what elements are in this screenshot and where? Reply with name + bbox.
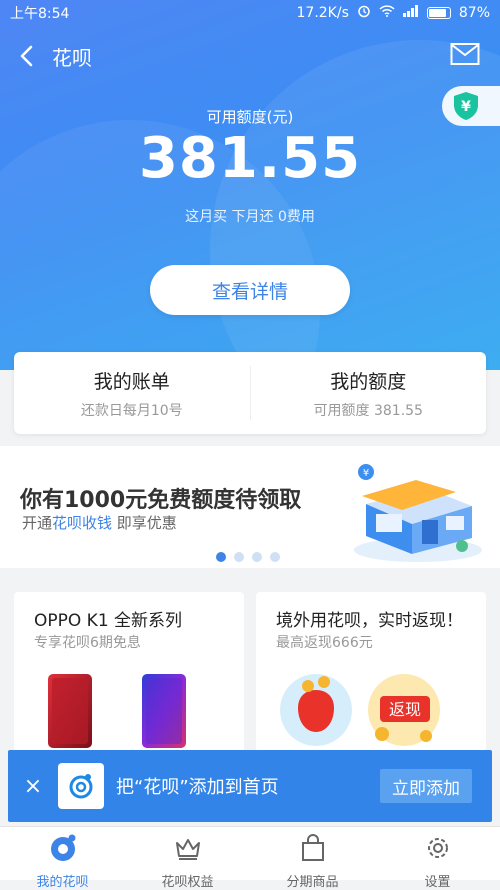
status-time: 上午8:54 [10,6,70,22]
status-bar: 上午8:54 17.2K/s 87% [0,0,500,26]
banner-sub-highlight: 花呗收钱 [52,514,113,532]
shopping-bag-icon [301,834,324,861]
quota-title: 我的额度 [330,370,407,393]
available-amount: 381.55 [138,126,362,191]
promo-subtitle: 专享花呗6期免息 [34,635,141,651]
alarm-icon [357,4,371,22]
battery-level: 87% [458,5,490,21]
view-details-button[interactable]: 查看详情 [150,265,350,315]
banner-title: 你有1000元免费额度待领取 [20,488,302,513]
bill-subtitle: 还款日每月10号 [80,402,183,419]
bill-title: 我的账单 [93,370,170,393]
banner-sub-prefix: 开通 [22,514,53,532]
my-quota-entry[interactable]: 我的额度 可用额度 381.55 [251,352,487,434]
promo-subtitle: 最高返现666元 [276,635,373,651]
close-button[interactable]: × [8,774,58,799]
huabei-logo-icon [69,774,93,799]
add-to-home-text: 把“花呗”添加到首页 [116,777,279,798]
tab-label: 设置 [424,875,451,890]
wifi-icon [379,5,395,21]
nav-bar: 花呗 [0,30,500,82]
svg-text:¥: ¥ [363,468,369,479]
carousel-dots [216,552,280,562]
promo-card-overseas[interactable]: 境外用花呗，实时返现！ 最高返现666元 返现 [256,592,486,752]
battery-icon [426,7,451,19]
huabei-app-icon [58,763,104,809]
carousel-dot[interactable] [252,552,262,562]
signal-icon [402,5,419,21]
available-label: 可用额度(元) [206,108,294,126]
crown-icon [175,839,200,860]
tab-label: 我的花呗 [36,875,89,890]
status-right: 17.2K/s 87% [296,4,490,22]
hero-section: 上午8:54 17.2K/s 87% 花呗 ¥ 可用额度(元) 381.55 这… [0,0,500,370]
promo-area: OPPO K1 全新系列 专享花呗6期免息 境外用花呗，实时返现！ 最高返现66… [0,580,500,752]
carousel-dot[interactable] [234,552,244,562]
repay-info: 这月买 下月还 0费用 [185,209,315,225]
chevron-left-icon [20,45,33,67]
quota-subtitle: 可用额度 381.55 [313,402,423,419]
tab-label: 花呗权益 [161,875,214,890]
phone-image [48,674,186,748]
page-title: 花呗 [52,45,92,70]
promo-title: OPPO K1 全新系列 [34,611,183,631]
promo-card-oppo[interactable]: OPPO K1 全新系列 专享花呗6期免息 [14,592,244,752]
tab-label: 分期商品 [286,875,339,890]
storefront-illustration: ¥ [354,464,482,562]
tab-my-huabei[interactable]: 我的花呗 [0,827,125,890]
banner-subtitle: 开通花呗收钱 即享优惠 [22,512,177,533]
cashback-badge: 返现 [389,700,421,719]
tab-benefits[interactable]: 花呗权益 [125,827,250,890]
summary-card: 我的账单 还款日每月10号 我的额度 可用额度 381.55 [14,352,486,434]
promo-banner[interactable]: 你有1000元免费额度待领取 开通花呗收钱 即享优惠 ¥ [0,446,500,568]
bottom-tab-bar: 我的花呗 花呗权益 分期商品 设置 [0,826,500,890]
my-bill-entry[interactable]: 我的账单 还款日每月10号 [14,352,250,434]
promo-title: 境外用花呗，实时返现！ [276,611,463,631]
add-now-button[interactable]: 立即添加 [380,769,472,803]
banner-sub-suffix: 即享优惠 [112,514,177,532]
gear-icon [427,838,448,858]
tab-settings[interactable]: 设置 [375,827,500,890]
back-button[interactable] [0,30,52,82]
carousel-dot[interactable] [216,552,226,562]
huabei-logo-icon [50,834,75,861]
add-to-home-bar: × 把“花呗”添加到首页 立即添加 [8,750,492,822]
tab-installment-goods[interactable]: 分期商品 [250,827,375,890]
mail-icon [450,43,480,65]
carousel-dot[interactable] [270,552,280,562]
cashback-illustration: 返现 [280,674,440,746]
mail-button[interactable] [450,42,480,66]
network-speed: 17.2K/s [296,5,349,21]
